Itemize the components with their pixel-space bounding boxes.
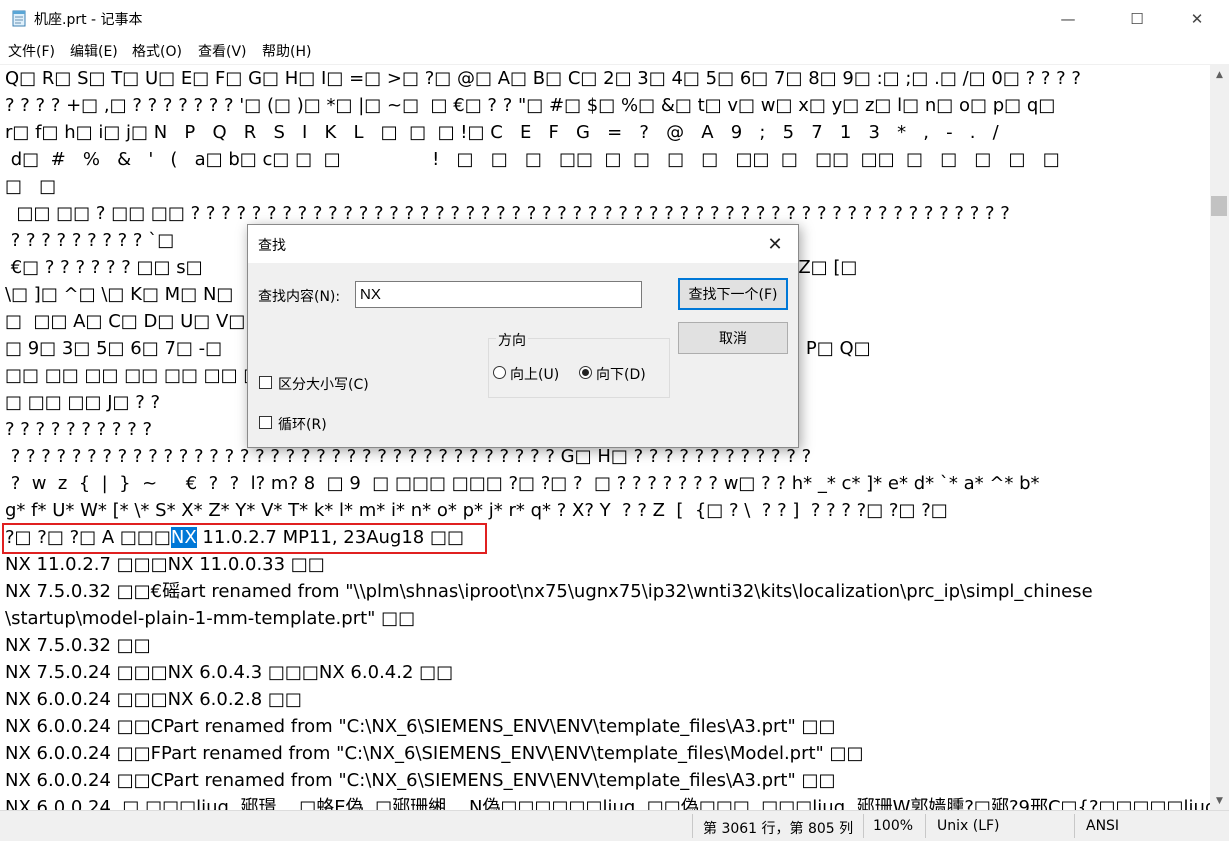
text-line: NX 7.5.0.24 □□□NX 6.0.4.3 □□□NX 6.0.4.2 … (5, 662, 454, 683)
title-bar: 机座.prt - 记事本 — ☐ ✕ (0, 0, 1229, 38)
text-line: NX 7.5.0.32 □□€磘art renamed from "\\plm\… (5, 581, 1093, 602)
cancel-button[interactable]: 取消 (678, 322, 788, 354)
direction-label: 方向 (496, 330, 528, 350)
status-zoom: 100% (873, 818, 914, 834)
text-line: □□ □□ ? □□ □□ ? ? ? ? ? ? ? ? ? ? ? ? ? … (5, 203, 1010, 224)
match-case-label[interactable]: 区分大小写(C) (278, 374, 369, 394)
notepad-icon (12, 10, 26, 27)
text-line: NX 11.0.2.7 □□□NX 11.0.0.33 □□ (5, 554, 325, 575)
text-line: NX 6.0.0.24 □□CPart renamed from "C:\NX_… (5, 770, 836, 791)
find-label: 查找内容(N): (258, 289, 341, 305)
direction-down-radio[interactable] (579, 366, 592, 379)
scroll-up-icon[interactable]: ▲ (1210, 66, 1229, 83)
text-line: NX 7.5.0.32 □□ (5, 635, 151, 656)
direction-up-radio[interactable] (493, 366, 506, 379)
menu-bar: 文件(F) 编辑(E) 格式(O) 查看(V) 帮助(H) (0, 38, 1229, 65)
text-line: d□ # % & ' ( a□ b□ c□ □ □ ! □ □ □ □□ □ □… (5, 149, 1060, 170)
close-button[interactable]: ✕ (1174, 0, 1220, 38)
status-divider (863, 814, 864, 838)
status-divider (925, 814, 926, 838)
menu-file[interactable]: 文件(F) (8, 41, 55, 61)
text-line: NX 6.0.0.24 □□CPart renamed from "C:\NX_… (5, 716, 836, 737)
text-line: NX 6.0.0.24 □□FPart renamed from "C:\NX_… (5, 743, 864, 764)
status-encoding: ANSI (1086, 818, 1120, 834)
text-line: g* f* U* W* [* \* S* X* Z* Y* V* T* k* l… (5, 500, 948, 521)
menu-view[interactable]: 查看(V) (198, 41, 247, 61)
menu-edit[interactable]: 编辑(E) (70, 41, 118, 61)
text-line: □ □□ A□ C□ D□ U□ V□ (5, 311, 246, 332)
minimize-button[interactable]: — (1045, 0, 1091, 38)
scrollbar-thumb[interactable] (1211, 196, 1227, 216)
wrap-label[interactable]: 循环(R) (278, 414, 327, 434)
dialog-title: 查找 (258, 238, 286, 254)
text-line: □□ □□ □□ □□ □□ □□ □ (5, 365, 261, 386)
dialog-close-button[interactable]: ✕ (760, 231, 790, 257)
direction-up-label[interactable]: 向上(U) (510, 364, 559, 384)
match-case-checkbox[interactable] (259, 376, 272, 389)
text-line: Q□ R□ S□ T□ U□ E□ F□ G□ H□ I□ =□ >□ ?□ @… (5, 68, 1081, 89)
status-line-ending: Unix (LF) (937, 818, 1000, 834)
text-line: r□ f□ h□ i□ j□ N P Q R S I K L □ □ □ !□ … (5, 122, 999, 143)
text-line: \startup\model-plain-1-mm-template.prt" … (5, 608, 416, 629)
status-divider (1074, 814, 1075, 838)
maximize-button[interactable]: ☐ (1114, 0, 1160, 38)
status-position: 第 3061 行，第 805 列 (703, 821, 854, 837)
close-icon: ✕ (1190, 10, 1204, 28)
find-next-button[interactable]: 查找下一个(F) (678, 278, 788, 310)
text-line: □ □ (5, 176, 57, 197)
close-icon: ✕ (767, 233, 783, 255)
find-dialog: 查找 ✕ 查找内容(N): NX 查找下一个(F) 取消 方向 向上(U) 向下… (247, 224, 799, 448)
find-input[interactable]: NX (355, 281, 642, 308)
minimize-icon: — (1060, 10, 1076, 28)
direction-down-label[interactable]: 向下(D) (596, 364, 646, 384)
scroll-down-icon[interactable]: ▼ (1210, 792, 1229, 809)
window-title: 机座.prt - 记事本 (34, 12, 143, 28)
text-line: ? w z { | } ~ € ? ? l? m? 8 □ 9 □ □□□ □□… (5, 473, 1040, 494)
text-line: NX 6.0.0.24 □□□NX 6.0.2.8 □□ (5, 689, 302, 710)
status-divider (692, 814, 693, 838)
wrap-checkbox[interactable] (259, 416, 272, 429)
vertical-scrollbar[interactable] (1210, 65, 1229, 810)
menu-format[interactable]: 格式(O) (132, 41, 182, 61)
maximize-icon: ☐ (1130, 10, 1144, 28)
annotation-box (2, 523, 487, 554)
dialog-title-bar: 查找 ✕ (248, 225, 798, 263)
menu-help[interactable]: 帮助(H) (262, 41, 311, 61)
text-line: NX 6.0.0.24 □ □□□liug 郔璟 □蛒E偽 □郔珊緗 N偽□□□… (5, 797, 1210, 810)
status-bar: 第 3061 行，第 805 列 100% Unix (LF) ANSI (0, 810, 1229, 841)
text-line: ? ? ? ? +□ ,□ ? ? ? ? ? ? ? '□ (□ )□ *□ … (5, 95, 1056, 116)
